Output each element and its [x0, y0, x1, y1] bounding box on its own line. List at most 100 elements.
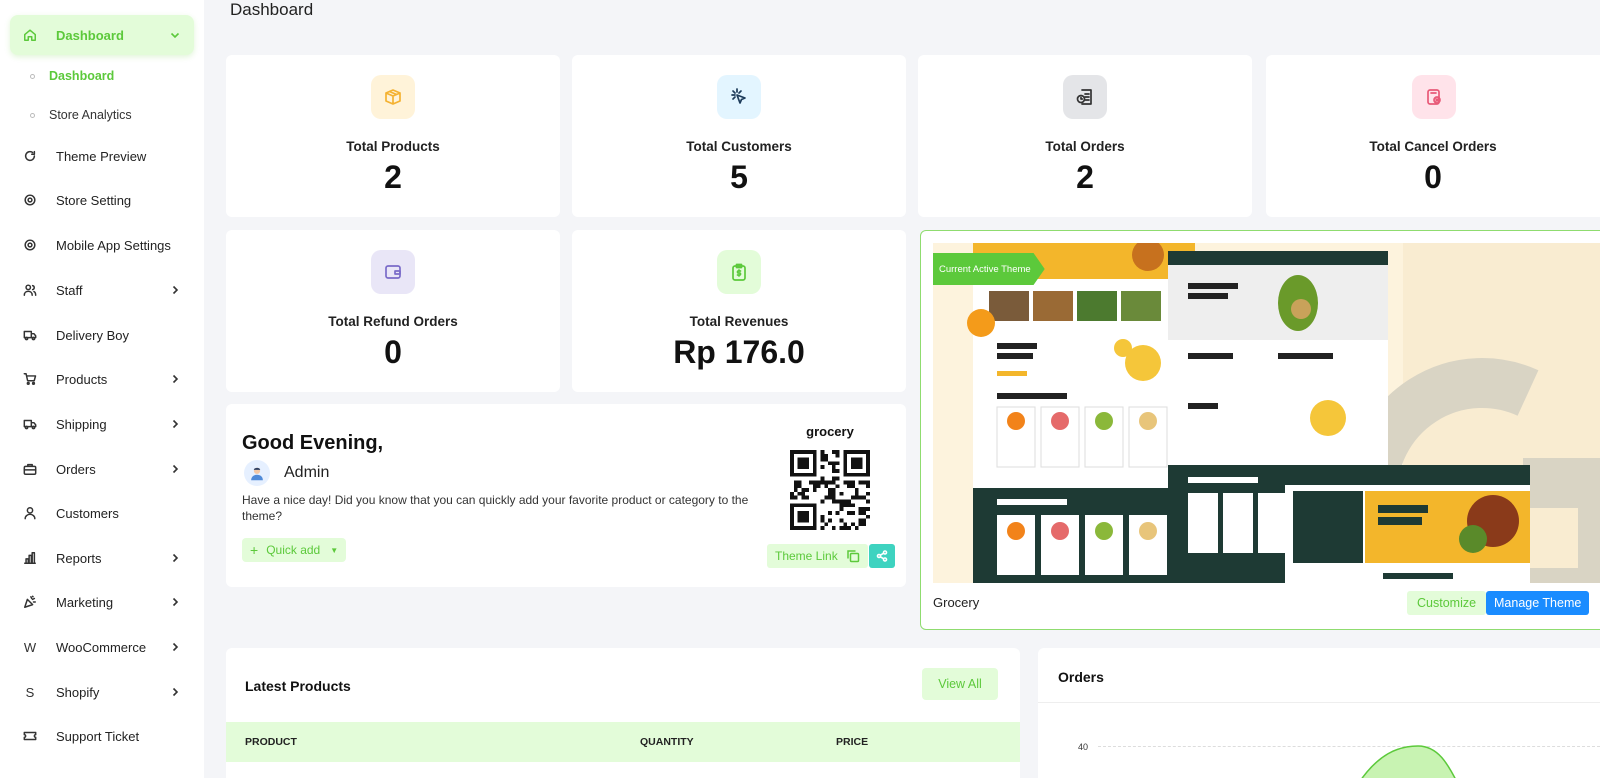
- orders-chart-card: Orders 40: [1038, 648, 1600, 778]
- sidebar-item-staff[interactable]: Staff: [10, 270, 194, 310]
- chevron-right-icon: [168, 283, 182, 297]
- users-icon: [22, 282, 38, 298]
- stat-card-total-orders: Total Orders 2: [918, 55, 1252, 217]
- sidebar-item-orders[interactable]: Orders: [10, 449, 194, 489]
- wallet-icon: [371, 250, 415, 294]
- page-title: Dashboard: [230, 0, 314, 19]
- order-clock-icon: [1063, 75, 1107, 119]
- y-axis-tick: 40: [1078, 742, 1089, 752]
- active-theme-card: Current Active Theme Grocery Customize M…: [920, 230, 1600, 630]
- greeting-card: Good Evening, Admin Have a nice day! Did…: [226, 404, 906, 587]
- sidebar-item-mobile-app-settings[interactable]: Mobile App Settings: [10, 225, 194, 265]
- orders-area-series: [1361, 745, 1456, 778]
- stat-label: Total Revenues: [689, 314, 789, 329]
- stat-label: Total Refund Orders: [328, 314, 458, 329]
- greeting-message: Have a nice day! Did you know that you c…: [242, 493, 749, 523]
- stat-value: 2: [384, 159, 402, 195]
- user-name: Admin: [284, 464, 330, 481]
- stat-label: Total Orders: [1045, 139, 1125, 154]
- stat-value: 0: [1424, 159, 1442, 195]
- share-icon: [876, 550, 888, 562]
- view-all-button[interactable]: View All: [922, 668, 998, 700]
- table-header: PRODUCT QUANTITY PRICE: [226, 722, 1020, 762]
- orders-title: Orders: [1058, 669, 1104, 685]
- stat-value: Rp 176.0: [673, 334, 805, 370]
- sidebar-item-customers[interactable]: Customers: [10, 493, 194, 533]
- stat-card-total-products: Total Products 2: [226, 55, 560, 217]
- sidebar: Dashboard Dashboard Store Analytics Them…: [0, 0, 204, 778]
- bullet-icon: [30, 73, 35, 79]
- sidebar-item-products[interactable]: Products: [10, 359, 194, 399]
- sidebar-item-dashboard[interactable]: Dashboard: [10, 15, 194, 55]
- theme-screenshot: [933, 243, 1600, 583]
- chevron-right-icon: [168, 462, 182, 476]
- sidebar-item-reports[interactable]: Reports: [10, 538, 194, 578]
- chevron-right-icon: [168, 372, 182, 386]
- sidebar-item-store-setting[interactable]: Store Setting: [10, 180, 194, 220]
- sidebar-subitem-dashboard[interactable]: Dashboard: [30, 69, 114, 83]
- stat-label: Total Cancel Orders: [1369, 139, 1497, 154]
- greeting-user: Admin: [244, 460, 329, 486]
- sidebar-item-woocommerce[interactable]: W WooCommerce: [10, 627, 194, 667]
- s-letter-icon: S: [25, 684, 35, 700]
- stat-card-total-customers: Total Customers 5: [572, 55, 906, 217]
- chevron-right-icon: [168, 685, 182, 699]
- chevron-right-icon: [168, 417, 182, 431]
- ticket-icon: [22, 728, 38, 744]
- share-button[interactable]: [869, 544, 895, 568]
- manage-theme-button[interactable]: Manage Theme: [1486, 591, 1590, 615]
- stat-value: 2: [1076, 159, 1094, 195]
- sidebar-item-support-ticket[interactable]: Support Ticket: [10, 716, 194, 756]
- home-icon: [22, 27, 38, 43]
- clipboard-dollar-icon: [717, 250, 761, 294]
- cart-icon: [22, 371, 38, 387]
- sidebar-item-shopify[interactable]: S Shopify: [10, 672, 194, 712]
- stat-card-total-cancel-orders: Total Cancel Orders 0: [1266, 55, 1600, 217]
- avatar: [244, 460, 270, 486]
- sidebar-item-label: Dashboard: [56, 27, 124, 43]
- column-quantity[interactable]: QUANTITY: [640, 736, 694, 748]
- refresh-icon: [22, 148, 38, 164]
- sidebar-item-marketing[interactable]: Marketing: [10, 582, 194, 622]
- column-product[interactable]: PRODUCT: [245, 736, 297, 748]
- gear-icon: [22, 192, 38, 208]
- qr-code: [790, 450, 870, 530]
- store-name: grocery: [806, 424, 854, 439]
- bullet-icon: [30, 112, 35, 118]
- briefcase-icon: [22, 461, 38, 477]
- divider: [1038, 702, 1600, 703]
- chevron-right-icon: [168, 595, 182, 609]
- quick-add-button[interactable]: + Quick add ▼: [242, 538, 347, 562]
- pointer-click-icon: [717, 75, 761, 119]
- customize-button[interactable]: Customize: [1407, 591, 1487, 615]
- bar-chart-icon: [22, 550, 38, 566]
- stat-value: 0: [384, 334, 402, 370]
- confetti-icon: [22, 594, 38, 610]
- sidebar-item-delivery-boy[interactable]: Delivery Boy: [10, 315, 194, 355]
- theme-link-button[interactable]: Theme Link: [767, 544, 868, 568]
- sidebar-item-theme-preview[interactable]: Theme Preview: [10, 136, 194, 176]
- copy-icon: [846, 550, 859, 563]
- truck-icon: [22, 327, 38, 343]
- active-theme-badge: Current Active Theme: [933, 253, 1045, 285]
- theme-preview-image[interactable]: [933, 243, 1600, 583]
- theme-name: Grocery: [933, 595, 980, 610]
- stat-card-total-refund-orders: Total Refund Orders 0: [226, 230, 560, 392]
- chevron-right-icon: [168, 551, 182, 565]
- box-icon: [371, 75, 415, 119]
- user-icon: [22, 505, 38, 521]
- column-price[interactable]: PRICE: [836, 736, 868, 748]
- latest-products-title: Latest Products: [245, 678, 351, 694]
- latest-products-card: Latest Products View All PRODUCT QUANTIT…: [226, 648, 1020, 778]
- sidebar-item-shipping[interactable]: Shipping: [10, 404, 194, 444]
- stat-label: Total Customers: [686, 139, 792, 154]
- cancel-order-icon: [1412, 75, 1456, 119]
- gear-icon: [22, 237, 38, 253]
- truck-icon: [22, 416, 38, 432]
- plus-icon: +: [250, 542, 259, 558]
- chevron-down-icon: [168, 28, 182, 42]
- stat-value: 5: [730, 159, 748, 195]
- sidebar-subitem-store-analytics[interactable]: Store Analytics: [30, 108, 132, 122]
- chevron-right-icon: [168, 640, 182, 654]
- greeting-title: Good Evening,: [242, 432, 384, 454]
